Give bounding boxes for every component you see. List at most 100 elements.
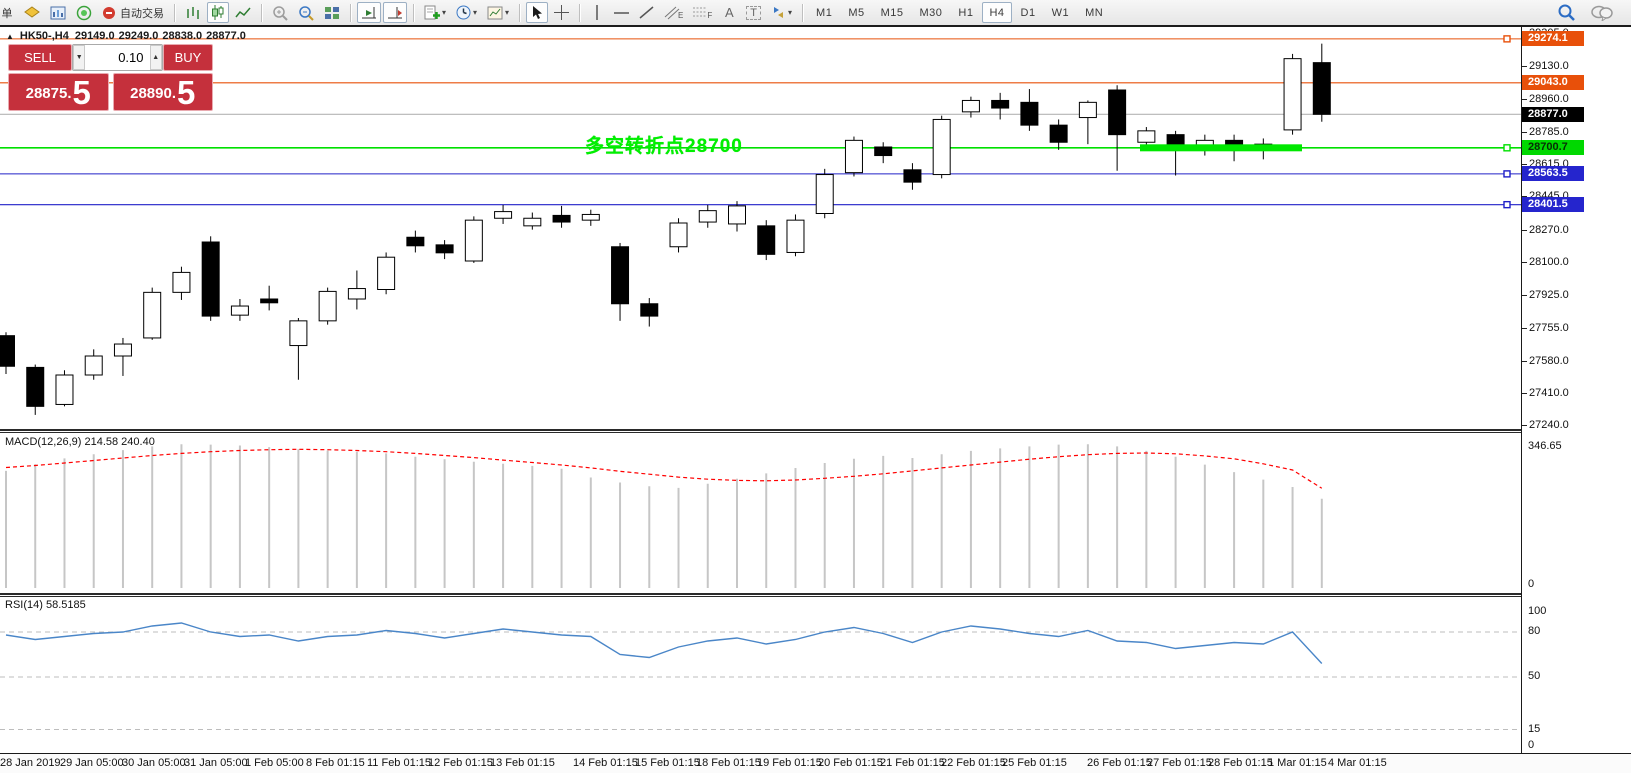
price-badge-28401.5: 28401.5 (1522, 197, 1584, 212)
line-endpoint-marker[interactable] (1504, 202, 1510, 208)
autotrading-button[interactable]: 自动交易 (98, 2, 168, 23)
template-icon (487, 6, 503, 20)
candle-body (348, 289, 365, 299)
rsi-panel[interactable] (0, 597, 1521, 753)
macd-panel[interactable] (0, 433, 1521, 593)
trendline-button[interactable] (635, 2, 658, 23)
candle-body (407, 237, 424, 246)
search-icon (1558, 4, 1575, 21)
text-tool-label: A (725, 5, 734, 20)
price-tick-label: 28270.0 (1529, 223, 1569, 237)
zoom-in-button[interactable] (268, 2, 292, 23)
candle-body (1079, 102, 1096, 117)
buy-price-button[interactable]: 28890. 5 (113, 73, 214, 111)
price-badge-29043.0: 29043.0 (1522, 75, 1584, 90)
candle-body (495, 212, 512, 219)
indicators-icon (424, 5, 440, 20)
candle-body (1313, 63, 1330, 115)
fibonacci-button[interactable]: F (689, 2, 716, 23)
cursor-icon (531, 5, 543, 20)
chart-window-button[interactable] (46, 2, 70, 23)
time-label: 28 Feb 01:15 (1208, 757, 1273, 769)
rsi-scale-15: 15 (1528, 723, 1540, 736)
autoscroll-button[interactable] (357, 2, 381, 23)
signals-button[interactable] (72, 2, 96, 23)
chart-title: ▲ HK50-,H4 29149.0 29249.0 28838.0 28877… (6, 30, 246, 42)
chart-shift-button[interactable] (383, 2, 407, 23)
vertical-line-icon (592, 5, 602, 20)
trendline-icon (639, 5, 654, 20)
indicators-button[interactable]: ▾ (420, 2, 450, 23)
sell-price-button[interactable]: 28875. 5 (8, 73, 109, 111)
support-zone-segment[interactable] (1140, 144, 1302, 151)
volume-input[interactable] (85, 45, 149, 70)
vertical-line-button[interactable] (586, 2, 608, 23)
chat-button[interactable] (1587, 2, 1617, 23)
search-button[interactable] (1554, 2, 1579, 23)
tile-windows-button[interactable] (320, 2, 344, 23)
tile-windows-icon (324, 6, 340, 20)
zoom-out-button[interactable] (294, 2, 318, 23)
templates-button[interactable]: ▾ (483, 2, 513, 23)
volume-increase-button[interactable]: ▲ (150, 45, 162, 70)
timeframe-button-h4[interactable]: H4 (982, 2, 1011, 23)
crosshair-button[interactable] (550, 2, 573, 23)
time-label: 1 Feb 05:00 (245, 757, 304, 769)
bar-chart-button[interactable] (181, 2, 205, 23)
timeframe-group: M1M5M15M30H1H4D1W1MN (809, 2, 1110, 23)
pivot-annotation-text[interactable]: 多空转折点28700 (585, 131, 743, 158)
candle-body (319, 291, 336, 320)
buy-button[interactable]: BUY (163, 44, 213, 71)
candle-body (816, 175, 833, 214)
macd-indicator-label: MACD(12,26,9) 214.58 240.40 (5, 436, 155, 448)
candle-body (261, 299, 278, 303)
time-label: 1 Mar 01:15 (1268, 757, 1327, 769)
time-label: 20 Feb 01:15 (818, 757, 883, 769)
price-badge-28700.7: 28700.7 (1522, 140, 1584, 155)
timeframe-button-m1[interactable]: M1 (809, 2, 839, 23)
timeframe-button-d1[interactable]: D1 (1014, 2, 1043, 23)
buy-price-pip: 5 (177, 76, 195, 109)
candle-body (992, 100, 1009, 108)
time-axis[interactable]: 28 Jan 201929 Jan 05:0030 Jan 05:0031 Ja… (0, 753, 1631, 773)
cursor-button[interactable] (526, 2, 548, 23)
price-axis[interactable]: 29305.029130.028960.028785.028615.028445… (1521, 27, 1631, 753)
timeframe-button-h1[interactable]: H1 (951, 2, 980, 23)
volume-decrease-button[interactable]: ▼ (73, 45, 85, 70)
timeframe-button-mn[interactable]: MN (1078, 2, 1110, 23)
autotrade-label: 自动交易 (120, 5, 164, 21)
chevron-down-icon: ▾ (505, 8, 509, 17)
text-label-glyph: T (746, 6, 761, 20)
text-label-button[interactable]: T (742, 2, 765, 23)
candle-body (465, 220, 482, 261)
time-label: 26 Feb 01:15 (1087, 757, 1152, 769)
periods-button[interactable]: ▾ (452, 2, 481, 23)
horizontal-line-button[interactable] (610, 2, 633, 23)
new-order-button[interactable]: 单 (0, 2, 18, 23)
line-chart-button[interactable] (231, 2, 255, 23)
line-endpoint-marker[interactable] (1504, 145, 1510, 151)
sell-button[interactable]: SELL (8, 44, 72, 71)
sell-price-pip: 5 (73, 76, 91, 109)
order-book-button[interactable] (20, 2, 44, 23)
zoom-out-icon (298, 5, 314, 21)
timeframe-button-w1[interactable]: W1 (1045, 2, 1077, 23)
time-label: 11 Feb 01:15 (367, 757, 431, 769)
line-endpoint-marker[interactable] (1504, 171, 1510, 177)
text-tool-button[interactable]: A (718, 2, 740, 23)
channel-label: E (678, 11, 683, 20)
time-label: 13 Feb 01:15 (490, 757, 555, 769)
main-price-chart[interactable] (0, 27, 1521, 429)
line-endpoint-marker[interactable] (1504, 36, 1510, 42)
channel-button[interactable]: E (660, 2, 687, 23)
timeframe-button-m5[interactable]: M5 (841, 2, 871, 23)
volume-stepper: ▼ ▲ (72, 44, 163, 71)
timeframe-button-m30[interactable]: M30 (913, 2, 950, 23)
toolbar: 单 自动交易 (0, 0, 1631, 25)
arrows-button[interactable]: ▾ (767, 2, 796, 23)
timeframe-button-m15[interactable]: M15 (874, 2, 911, 23)
candlestick-chart-button[interactable] (207, 2, 229, 23)
fibo-label: F (707, 11, 712, 20)
order-book-icon (24, 6, 40, 20)
ohlc-low: 28838.0 (162, 30, 202, 42)
